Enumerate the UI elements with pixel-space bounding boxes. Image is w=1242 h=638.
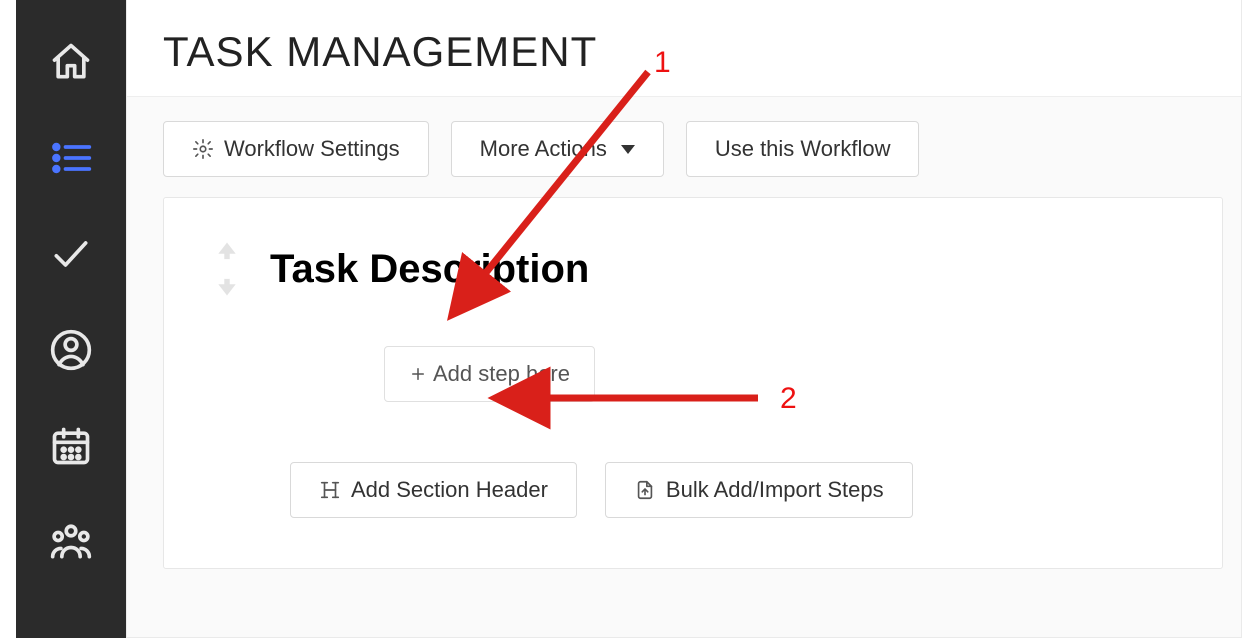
use-workflow-button[interactable]: Use this Workflow bbox=[686, 121, 920, 177]
heading-icon bbox=[319, 479, 341, 501]
chevron-down-icon bbox=[621, 145, 635, 154]
sidebar bbox=[16, 0, 126, 638]
add-section-header-button[interactable]: Add Section Header bbox=[290, 462, 577, 518]
plus-icon bbox=[409, 365, 427, 383]
nav-people[interactable] bbox=[16, 494, 126, 590]
annotation-1: 1 bbox=[654, 46, 671, 80]
arrow-up-icon bbox=[214, 238, 240, 264]
add-section-header-label: Add Section Header bbox=[351, 477, 548, 503]
home-icon bbox=[49, 40, 93, 84]
nav-user[interactable] bbox=[16, 302, 126, 398]
nav-list[interactable] bbox=[16, 110, 126, 206]
user-icon bbox=[49, 328, 93, 372]
step-row: Task Description bbox=[214, 238, 1172, 300]
arrow-down-icon bbox=[214, 274, 240, 300]
check-icon bbox=[49, 232, 93, 276]
main-content: TASK MANAGEMENT Workflow Settings More A… bbox=[126, 0, 1242, 638]
use-workflow-label: Use this Workflow bbox=[715, 136, 891, 162]
more-actions-label: More Actions bbox=[480, 136, 607, 162]
nav-calendar[interactable] bbox=[16, 398, 126, 494]
gear-icon bbox=[192, 138, 214, 160]
file-import-icon bbox=[634, 479, 656, 501]
task-title[interactable]: Task Description bbox=[270, 247, 589, 292]
workflow-settings-button[interactable]: Workflow Settings bbox=[163, 121, 429, 177]
workflow-panel: Task Description Add step here Add Secti… bbox=[163, 197, 1223, 569]
annotation-2: 2 bbox=[780, 382, 797, 416]
add-step-button[interactable]: Add step here bbox=[384, 346, 595, 402]
reorder-arrows[interactable] bbox=[214, 238, 240, 300]
workflow-settings-label: Workflow Settings bbox=[224, 136, 400, 162]
panel-actions: Add Section Header Bulk Add/Import Steps bbox=[214, 432, 1172, 518]
nav-home[interactable] bbox=[16, 14, 126, 110]
bulk-import-button[interactable]: Bulk Add/Import Steps bbox=[605, 462, 913, 518]
nav-check[interactable] bbox=[16, 206, 126, 302]
bulk-import-label: Bulk Add/Import Steps bbox=[666, 477, 884, 503]
more-actions-button[interactable]: More Actions bbox=[451, 121, 664, 177]
add-step-area: Add step here bbox=[214, 300, 1172, 432]
calendar-icon bbox=[49, 424, 93, 468]
add-step-label: Add step here bbox=[433, 361, 570, 387]
list-icon bbox=[49, 136, 93, 180]
toolbar: Workflow Settings More Actions Use this … bbox=[127, 97, 1241, 197]
page-title: TASK MANAGEMENT bbox=[127, 0, 1241, 97]
people-icon bbox=[49, 520, 93, 564]
